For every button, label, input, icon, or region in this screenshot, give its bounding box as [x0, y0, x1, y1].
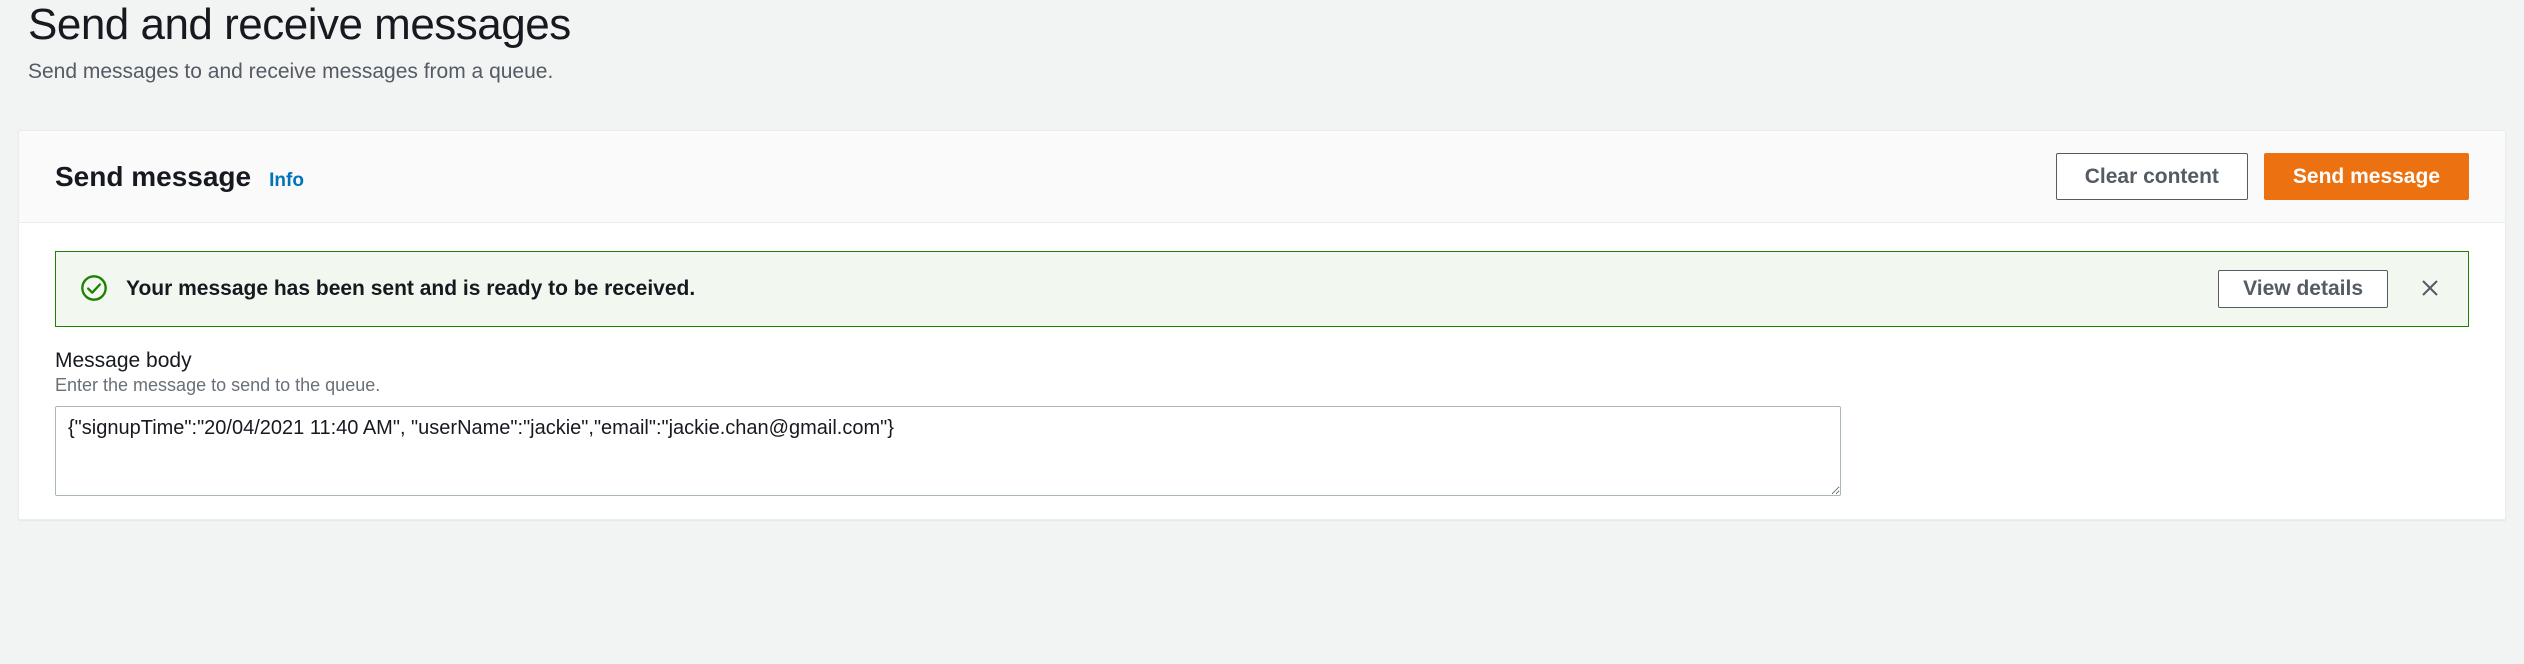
success-check-icon	[80, 274, 108, 305]
send-message-button[interactable]: Send message	[2264, 153, 2469, 200]
alert-right: View details	[2218, 270, 2444, 308]
page-subtitle: Send messages to and receive messages fr…	[28, 60, 2496, 84]
panel-actions: Clear content Send message	[2056, 153, 2469, 200]
message-body-input[interactable]	[55, 406, 1841, 496]
close-icon	[2418, 276, 2442, 303]
page-container: Send and receive messages Send messages …	[0, 0, 2524, 520]
panel-body: Your message has been sent and is ready …	[19, 223, 2505, 519]
success-alert: Your message has been sent and is ready …	[55, 251, 2469, 327]
alert-close-button[interactable]	[2416, 275, 2444, 303]
clear-content-button[interactable]: Clear content	[2056, 153, 2248, 200]
send-message-panel: Send message Info Clear content Send mes…	[18, 130, 2506, 520]
panel-title: Send message	[55, 161, 251, 193]
alert-message: Your message has been sent and is ready …	[126, 277, 695, 301]
info-link[interactable]: Info	[269, 170, 304, 192]
message-body-hint: Enter the message to send to the queue.	[55, 375, 2469, 396]
page-header: Send and receive messages Send messages …	[0, 0, 2524, 106]
message-body-label: Message body	[55, 349, 2469, 373]
alert-left: Your message has been sent and is ready …	[80, 274, 695, 305]
panel-header-left: Send message Info	[55, 161, 304, 193]
page-title: Send and receive messages	[28, 0, 2496, 50]
panel-header: Send message Info Clear content Send mes…	[19, 131, 2505, 223]
view-details-button[interactable]: View details	[2218, 270, 2388, 308]
